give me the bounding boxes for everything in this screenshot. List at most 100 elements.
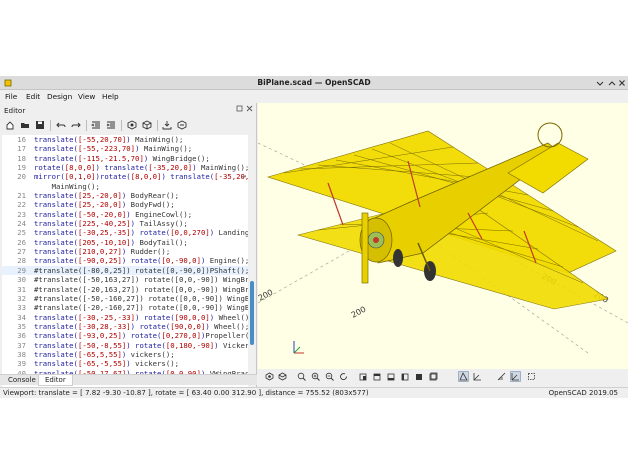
code-line[interactable]: 24 translate([225,-40,25]) TailAssy();: [2, 219, 248, 228]
code-line[interactable]: 21 translate([25,-20,0]) BodyRear();: [2, 191, 248, 200]
preview-icon[interactable]: [264, 371, 275, 382]
editor-header: Editor: [0, 103, 257, 116]
maximize-icon[interactable]: [608, 79, 616, 87]
line-number: 38: [17, 349, 26, 359]
show-scale-icon[interactable]: [496, 371, 507, 382]
menu-design[interactable]: Design: [47, 92, 72, 101]
menu-file[interactable]: File: [5, 92, 17, 101]
view-right-icon[interactable]: [358, 371, 369, 382]
code-token: [210,0,27]: [77, 247, 122, 257]
code-line[interactable]: 23 translate([-50,-20,0]) EngineCowl();: [2, 210, 248, 219]
show-edges-icon[interactable]: [526, 371, 537, 382]
view-left-icon[interactable]: [400, 371, 411, 382]
code-line[interactable]: 20 mirror([0,1,0])rotate([8,0,0]) transla…: [2, 172, 248, 181]
editor-toolbar: [0, 117, 257, 133]
code-line[interactable]: 18 translate([-115,-21.5,70]) WingBridge(…: [2, 154, 248, 163]
toolbar-separator: [157, 120, 158, 131]
reset-view-icon[interactable]: [338, 371, 349, 382]
code-token: )rotate(: [95, 172, 131, 182]
menu-bar: File Edit Design View Help: [0, 90, 628, 103]
new-file-icon[interactable]: [4, 119, 16, 131]
code-line[interactable]: 16 translate([-55,20,70]) MainWing();: [2, 135, 248, 144]
code-line[interactable]: 17 translate([-55,-223,70]) MainWing();: [2, 144, 248, 153]
scrollbar-thumb[interactable]: [250, 281, 254, 345]
code-token: [-50,-20,0]: [77, 209, 127, 219]
zoom-in-icon[interactable]: [310, 371, 321, 382]
menu-help[interactable]: Help: [102, 92, 119, 101]
open-file-icon[interactable]: [19, 119, 31, 131]
menu-edit[interactable]: Edit: [26, 92, 40, 101]
code-text: MainWing();: [34, 182, 100, 191]
code-token: translate(: [34, 200, 78, 210]
view-toolbar: [258, 369, 628, 385]
code-line[interactable]: 35 translate([-30,28,-33]) rotate([90,0,0…: [2, 322, 248, 331]
view-front-icon[interactable]: [414, 371, 425, 382]
send-to-print-icon[interactable]: [176, 119, 188, 131]
line-number: 28: [17, 256, 26, 266]
code-line[interactable]: MainWing();: [2, 182, 248, 191]
line-number: 33: [17, 303, 26, 313]
code-token: [0,180,-90]: [165, 340, 215, 350]
menu-view[interactable]: View: [78, 92, 95, 101]
indent-icon[interactable]: [105, 119, 117, 131]
code-token: #translate([-8: [34, 265, 96, 275]
code-line[interactable]: 37 translate([-50,-8,55]) rotate([0,180,-…: [2, 341, 248, 350]
code-token: translate(: [34, 349, 78, 359]
code-line[interactable]: 31 #translate([-20,163,27]) rotate([0,0,-…: [2, 285, 248, 294]
code-line[interactable]: 33 #translate([-20,-160,27]) rotate([0,0,…: [2, 303, 248, 312]
zoom-out-icon[interactable]: [324, 371, 335, 382]
code-line[interactable]: 19 rotate([8,0,0]) translate([-35,20,0]) …: [2, 163, 248, 172]
redo-icon[interactable]: [70, 119, 82, 131]
code-line[interactable]: 22 translate([25,-20,0]) BodyFwd();: [2, 200, 248, 209]
code-editor[interactable]: 16 translate([-55,20,70]) MainWing(); 17 tr…: [2, 135, 248, 391]
preview-icon[interactable]: [126, 119, 138, 131]
editor-scrollbar[interactable]: [249, 135, 255, 391]
version-label: OpenSCAD 2019.05: [548, 389, 618, 397]
code-text: rotate([8,0,0]) translate([-35,20,0]) Ma…: [34, 163, 248, 172]
code-line[interactable]: 39 translate([-65,-5,55]) vickers();: [2, 359, 248, 368]
view-all-icon[interactable]: [296, 371, 307, 382]
close-icon[interactable]: [618, 79, 626, 87]
code-line[interactable]: 29 #translate([-80,0,25]) rotate([0,-90,0…: [2, 265, 248, 276]
code-token: VickersMount();: [222, 340, 248, 350]
code-token: ): [121, 191, 131, 201]
render-icon[interactable]: [141, 119, 153, 131]
orthogonal-icon[interactable]: [472, 371, 483, 382]
code-token: [205,-10,10]: [77, 237, 131, 247]
float-panel-icon[interactable]: [236, 105, 243, 114]
save-icon[interactable]: [34, 119, 46, 131]
unindent-icon[interactable]: [90, 119, 102, 131]
line-number: 18: [17, 153, 26, 163]
code-text: translate([-50,-20,0]) EngineCowl();: [34, 210, 192, 219]
code-line[interactable]: 32 #translate([-50,-160,27]) rotate([0,0,…: [2, 294, 248, 303]
tab-console[interactable]: Console: [2, 375, 42, 386]
code-text: translate([-90,0,25]) rotate([0,-90,0]) …: [34, 256, 248, 265]
render-icon[interactable]: [277, 371, 288, 382]
code-line[interactable]: 25 translate([-30,25,-35]) rotate([0,0,27…: [2, 228, 248, 237]
code-line[interactable]: 28 translate([-90,0,25]) rotate([0,-90,0]…: [2, 256, 248, 265]
code-line[interactable]: 27 translate([210,0,27]) Rudder();: [2, 247, 248, 256]
tab-editor[interactable]: Editor: [38, 375, 73, 386]
line-number: 24: [17, 219, 26, 229]
code-line[interactable]: 26 translate([205,-10,10]) BodyTail();: [2, 238, 248, 247]
show-axes-icon[interactable]: [510, 371, 521, 382]
code-token: BodyTail();: [139, 237, 188, 247]
undo-icon[interactable]: [55, 119, 67, 131]
line-number: 36: [17, 331, 26, 341]
export-stl-icon[interactable]: [161, 119, 173, 131]
code-line[interactable]: 38 translate([-65,5,55]) vickers();: [2, 350, 248, 359]
3d-viewport[interactable]: 200 200 200 200: [258, 103, 628, 369]
view-bottom-icon[interactable]: [386, 371, 397, 382]
minimize-icon[interactable]: [596, 79, 604, 87]
perspective-icon[interactable]: [458, 371, 469, 382]
close-panel-icon[interactable]: [246, 105, 253, 114]
code-line[interactable]: 30 #translate([-50,163,27]) rotate([0,0,-…: [2, 275, 248, 284]
view-top-icon[interactable]: [372, 371, 383, 382]
code-token: [-30,25,-35]: [77, 228, 131, 238]
view-back-icon[interactable]: [428, 371, 439, 382]
code-line[interactable]: 36 translate([-93,0,25]) rotate([0,270,0]…: [2, 331, 248, 340]
line-number: 37: [17, 340, 26, 350]
code-line[interactable]: 34 translate([-30,-25,-33]) rotate([90,0,…: [2, 313, 248, 322]
code-token: ): [135, 144, 144, 154]
code-token: [90,0,0]: [170, 321, 206, 331]
